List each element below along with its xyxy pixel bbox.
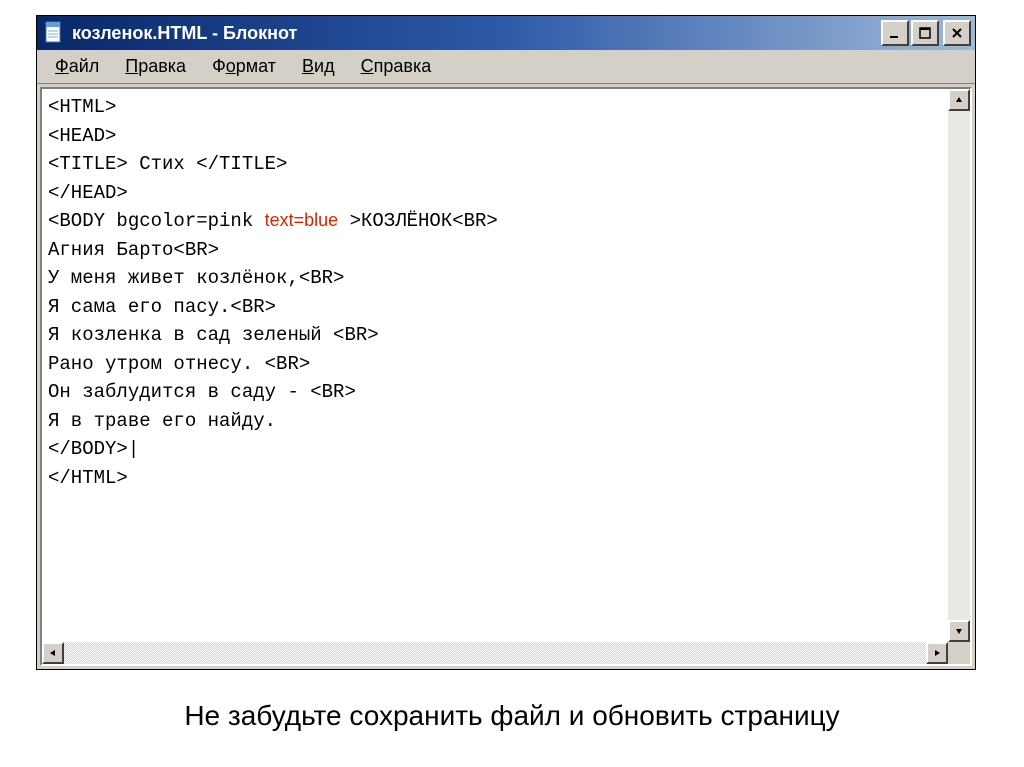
- scroll-corner: [948, 642, 970, 664]
- scroll-right-button[interactable]: [926, 642, 948, 664]
- scroll-down-button[interactable]: [948, 620, 970, 642]
- menubar: Файл Правка Формат Вид Справка: [37, 50, 975, 84]
- window-controls: [881, 20, 971, 46]
- close-button[interactable]: [943, 20, 971, 46]
- menu-edit[interactable]: Правка: [115, 52, 196, 81]
- minimize-button[interactable]: [881, 20, 909, 46]
- text-editor[interactable]: <HTML> <HEAD> <TITLE> Стих </TITLE> </HE…: [42, 89, 948, 664]
- editor-area-wrap: <HTML> <HEAD> <TITLE> Стих </TITLE> </HE…: [37, 84, 975, 669]
- scrollbar-horizontal[interactable]: [42, 642, 948, 664]
- menu-view[interactable]: Вид: [292, 52, 345, 81]
- notepad-window: козленок.HTML - Блокнот Файл Правка Форм…: [36, 15, 976, 670]
- scroll-track-h[interactable]: [64, 642, 926, 664]
- slide-caption: Не забудьте сохранить файл и обновить ст…: [0, 700, 1024, 732]
- window-title: козленок.HTML - Блокнот: [72, 23, 881, 44]
- scrollbar-vertical[interactable]: [948, 89, 970, 664]
- scroll-track-v[interactable]: [948, 111, 970, 620]
- menu-format[interactable]: Формат: [202, 52, 286, 81]
- menu-file[interactable]: Файл: [45, 52, 109, 81]
- menu-help[interactable]: Справка: [351, 52, 442, 81]
- maximize-button[interactable]: [911, 20, 939, 46]
- scroll-up-button[interactable]: [948, 89, 970, 111]
- titlebar[interactable]: козленок.HTML - Блокнот: [37, 16, 975, 50]
- editor-border: <HTML> <HEAD> <TITLE> Стих </TITLE> </HE…: [40, 87, 972, 666]
- notepad-icon: [44, 21, 64, 45]
- scroll-left-button[interactable]: [42, 642, 64, 664]
